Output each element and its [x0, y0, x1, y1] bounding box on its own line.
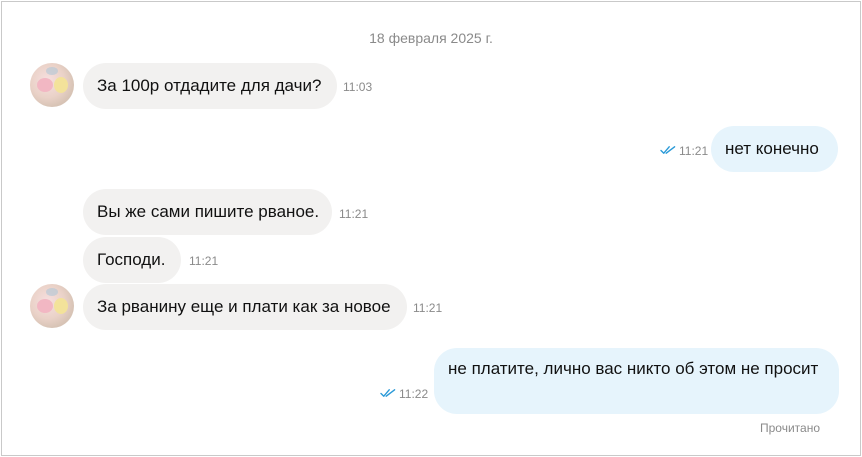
message-time: 11:21 — [339, 207, 369, 221]
incoming-message-bubble[interactable]: Вы же сами пишите рваное. — [83, 189, 332, 235]
date-separator: 18 февраля 2025 г. — [369, 30, 493, 46]
double-check-icon — [660, 146, 676, 154]
incoming-message-bubble[interactable]: За 100р отдадите для дачи? — [83, 63, 337, 109]
incoming-message-bubble[interactable]: За рванину еще и плати как за новое — [83, 284, 407, 330]
message-time: 11:22 — [399, 387, 429, 401]
outgoing-message-bubble[interactable]: не платите, лично вас никто об этом не п… — [434, 348, 839, 414]
incoming-message-bubble[interactable]: Господи. — [83, 237, 181, 283]
sender-avatar[interactable] — [30, 284, 74, 328]
message-time: 11:21 — [189, 254, 219, 268]
message-time: 11:21 — [413, 301, 443, 315]
sender-avatar[interactable] — [30, 63, 74, 107]
double-check-icon — [380, 389, 396, 397]
message-time: 11:03 — [343, 80, 373, 94]
chat-window: 18 февраля 2025 г. За 100р отдадите для … — [1, 1, 861, 456]
message-time: 11:21 — [679, 144, 709, 158]
read-status: Прочитано — [760, 421, 820, 435]
outgoing-message-bubble[interactable]: нет конечно — [711, 126, 838, 172]
